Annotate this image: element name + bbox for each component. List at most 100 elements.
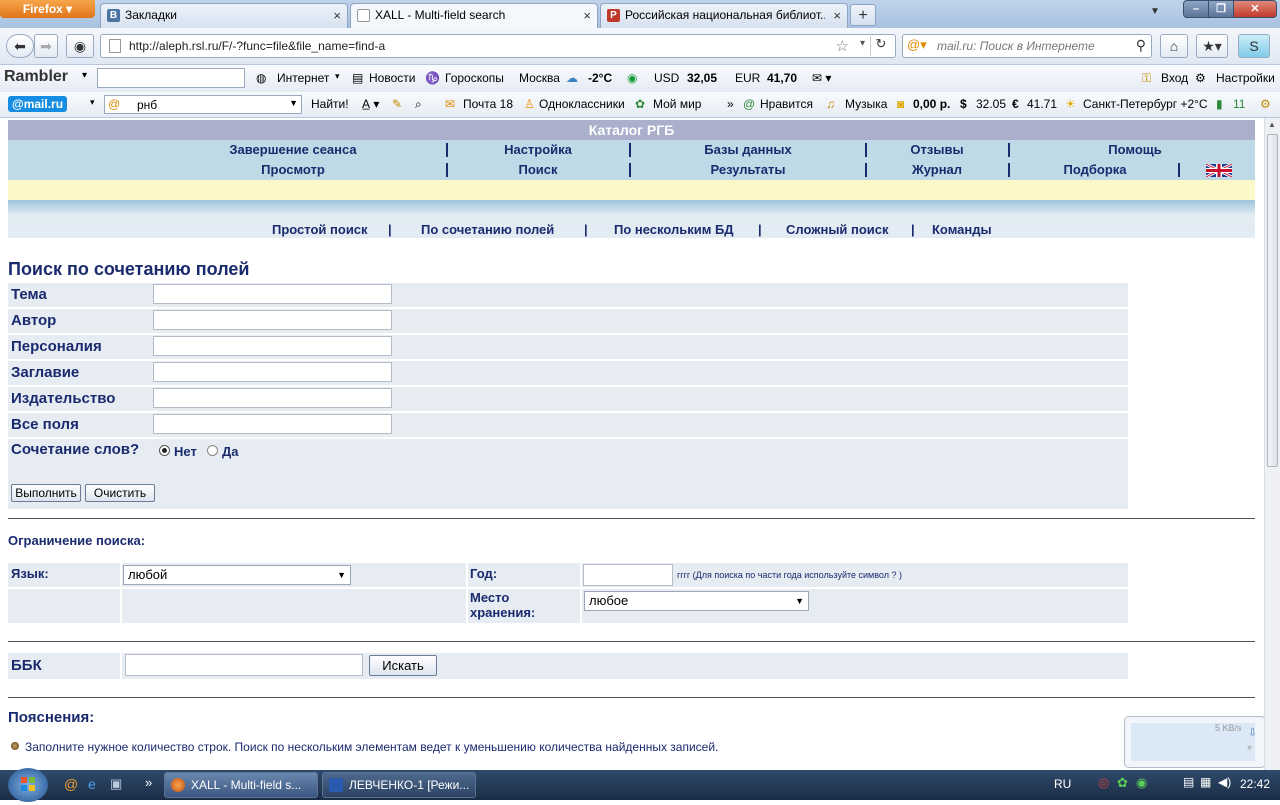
mailru-ok[interactable]: Одноклассники: [539, 97, 625, 111]
gear-icon[interactable]: ⚙: [1260, 97, 1271, 111]
internet-explorer-icon[interactable]: e: [88, 776, 96, 792]
close-window-button[interactable]: ✕: [1233, 0, 1277, 18]
chevron-down-icon[interactable]: ▼: [289, 98, 298, 108]
mailru-weather[interactable]: Санкт-Петербург +2°C: [1083, 97, 1208, 111]
subtab-simple-search[interactable]: Простой поиск: [272, 222, 368, 237]
chevron-down-icon[interactable]: ▾: [335, 71, 340, 82]
taskbar-word[interactable]: ЛЕВЧЕНКО-1 [Режи...: [322, 772, 476, 798]
language-select[interactable]: любой ▼: [123, 565, 351, 585]
clear-button[interactable]: Очистить: [85, 484, 155, 502]
skype-icon[interactable]: S: [1238, 34, 1270, 58]
tab-list-icon[interactable]: ▼: [1150, 6, 1160, 17]
dropdown-arrow-icon[interactable]: ▾: [860, 38, 865, 49]
overflow-chevron-icon[interactable]: »: [145, 775, 152, 790]
magnifier-icon[interactable]: ⚲: [1136, 37, 1146, 54]
mailru-like[interactable]: Нравится: [760, 97, 813, 111]
search-field[interactable]: @▾ mail.ru: Поиск в Интернете ⚲: [902, 34, 1152, 58]
rambler-login[interactable]: Вход: [1161, 71, 1188, 85]
subtab-multi-field[interactable]: По сочетанию полей: [421, 222, 554, 237]
chevron-down-icon[interactable]: ▾: [82, 70, 87, 81]
chevron-down-icon[interactable]: ▾: [90, 97, 95, 108]
menu-databases[interactable]: Базы данных: [631, 140, 865, 160]
download-widget[interactable]: 5 KB/s ⇩ ▾: [1124, 716, 1264, 768]
show-desktop-icon[interactable]: ▣: [110, 776, 122, 792]
mail-envelope-icon[interactable]: ✉ ▾: [812, 71, 831, 85]
menu-logout[interactable]: Завершение сеанса: [138, 140, 448, 160]
mailru-music[interactable]: Музыка: [845, 97, 887, 111]
safely-remove-icon[interactable]: ▤: [1183, 775, 1194, 789]
bbk-input[interactable]: [125, 654, 363, 676]
mailru-find-button[interactable]: Найти!: [311, 97, 349, 111]
menu-selection[interactable]: Подборка: [1010, 160, 1180, 180]
title-input[interactable]: [153, 362, 392, 382]
bookmarks-icon[interactable]: ★▾: [1196, 34, 1228, 58]
maximize-button[interactable]: ❐: [1208, 0, 1234, 18]
tab-bookmarks[interactable]: B Закладки ×: [100, 3, 348, 28]
author-input[interactable]: [153, 310, 392, 330]
scroll-thumb[interactable]: [1267, 134, 1278, 467]
menu-journal[interactable]: Журнал: [867, 160, 1007, 180]
icq-icon[interactable]: ✿: [1117, 775, 1128, 791]
rambler-city[interactable]: Москва: [519, 71, 560, 85]
network-icon[interactable]: ▦: [1200, 775, 1211, 789]
minimize-button[interactable]: –: [1183, 0, 1209, 18]
rambler-settings[interactable]: Настройки: [1216, 71, 1275, 85]
close-icon[interactable]: ×: [333, 4, 341, 27]
all-fields-input[interactable]: [153, 414, 392, 434]
rambler-news[interactable]: Новости: [369, 71, 415, 85]
subject-input[interactable]: [153, 284, 392, 304]
tab-xall[interactable]: XALL - Multi-field search ×: [350, 3, 598, 28]
menu-feedback[interactable]: Отзывы: [867, 140, 1007, 160]
mailru-search-input[interactable]: @ рнб ▼: [104, 95, 302, 114]
tab-rnb[interactable]: Р Российская национальная библиот... ×: [600, 3, 848, 28]
subtab-advanced[interactable]: Сложный поиск: [786, 222, 889, 237]
subtab-commands[interactable]: Команды: [932, 222, 992, 237]
year-input[interactable]: [583, 564, 673, 586]
close-icon[interactable]: ×: [833, 4, 841, 27]
site-identity-icon[interactable]: ◉: [66, 34, 94, 58]
clock[interactable]: 22:42: [1240, 777, 1270, 791]
font-size-icon[interactable]: A̲ ▾: [362, 97, 379, 111]
new-tab-button[interactable]: +: [850, 4, 876, 26]
menu-results[interactable]: Результаты: [631, 160, 865, 180]
rambler-logo[interactable]: Rambler: [4, 68, 68, 86]
opera-icon[interactable]: ◎: [1098, 775, 1109, 791]
language-indicator[interactable]: RU: [1054, 777, 1071, 791]
firefox-menu-button[interactable]: Firefox ▾: [0, 0, 95, 18]
bbk-search-button[interactable]: Искать: [369, 655, 437, 676]
close-icon[interactable]: ×: [583, 4, 591, 27]
mailru-balance[interactable]: 0,00 р.: [913, 97, 950, 111]
vertical-scrollbar[interactable]: ▲: [1264, 118, 1280, 770]
scroll-up-icon[interactable]: ▲: [1268, 120, 1276, 129]
rambler-search-input[interactable]: [97, 68, 245, 88]
home-icon[interactable]: ⌂: [1160, 34, 1188, 58]
overflow-chevron-icon[interactable]: »: [727, 97, 734, 111]
radio-yes[interactable]: [207, 445, 218, 456]
mailru-myworld[interactable]: Мой мир: [653, 97, 701, 111]
reload-icon[interactable]: ↻: [870, 36, 891, 56]
submit-button[interactable]: Выполнить: [11, 484, 81, 502]
volume-icon[interactable]: ◀): [1218, 775, 1231, 789]
rambler-horoscopes[interactable]: Гороскопы: [445, 71, 504, 85]
person-input[interactable]: [153, 336, 392, 356]
menu-help[interactable]: Помощь: [1010, 140, 1260, 160]
rambler-internet[interactable]: Интернет: [277, 71, 329, 85]
back-button[interactable]: ⬅: [6, 34, 34, 58]
star-icon[interactable]: ☆: [836, 37, 849, 55]
mailru-mail[interactable]: Почта 18: [463, 97, 513, 111]
mailru-logo[interactable]: @mail.ru: [8, 96, 68, 112]
menu-browse[interactable]: Просмотр: [138, 160, 448, 180]
location-select[interactable]: любое ▼: [584, 591, 809, 611]
subtab-multi-db[interactable]: По нескольким БД: [614, 222, 734, 237]
forward-button[interactable]: ➡: [34, 34, 58, 58]
url-bar[interactable]: http://aleph.rsl.ru/F/-?func=file&file_n…: [100, 34, 896, 58]
highlight-icon[interactable]: ✎: [392, 97, 402, 111]
publisher-input[interactable]: [153, 388, 392, 408]
find-in-page-icon[interactable]: ⌕: [415, 97, 422, 112]
radio-no[interactable]: [159, 445, 170, 456]
menu-settings[interactable]: Настройка: [448, 140, 628, 160]
start-button[interactable]: [8, 768, 48, 802]
menu-search[interactable]: Поиск: [448, 160, 628, 180]
mailru-agent-icon[interactable]: @: [64, 776, 78, 792]
uk-flag-icon[interactable]: [1205, 162, 1233, 179]
